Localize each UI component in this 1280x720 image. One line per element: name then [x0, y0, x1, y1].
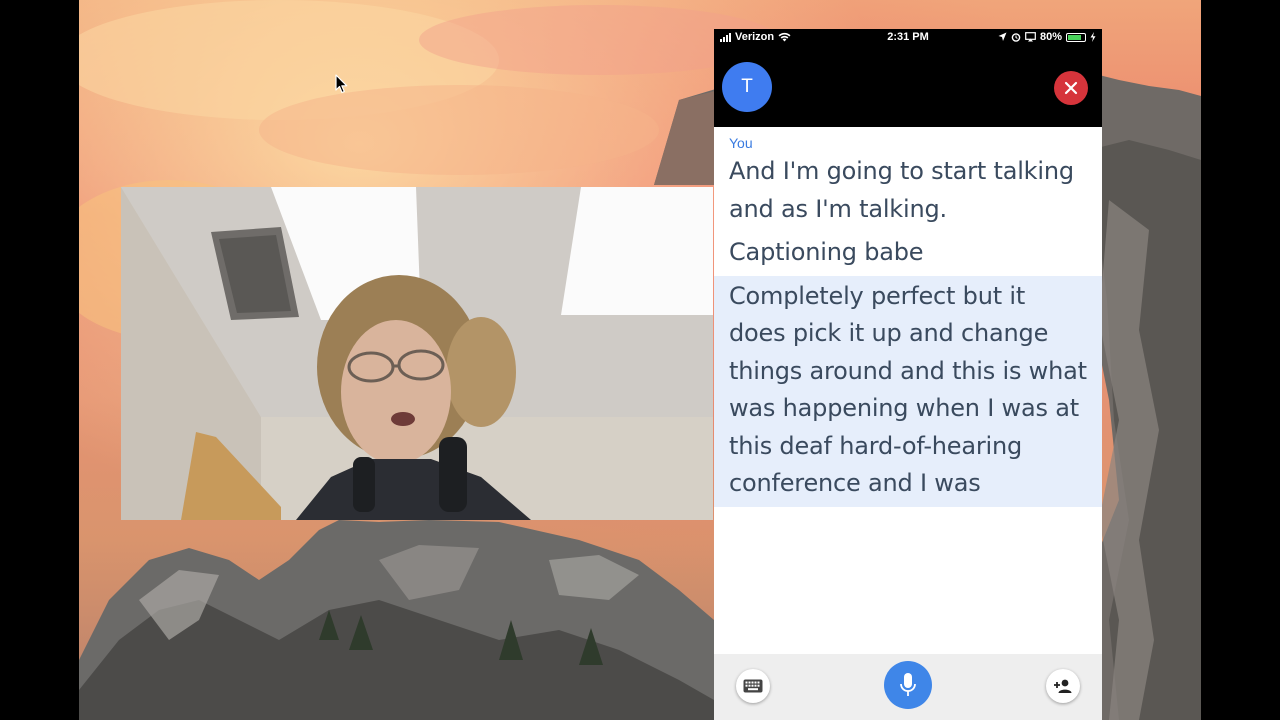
caption-message: And I'm going to start talking and as I'…	[729, 157, 1074, 223]
avatar-initial: T	[741, 76, 753, 97]
close-icon	[1064, 81, 1078, 95]
microphone-icon	[900, 673, 916, 696]
mouse-cursor-icon	[335, 74, 348, 94]
alarm-icon	[1011, 33, 1021, 42]
charging-icon	[1090, 32, 1096, 42]
microphone-button[interactable]	[884, 661, 932, 709]
webcam-scene	[121, 187, 713, 520]
participant-avatar[interactable]: T	[722, 62, 772, 112]
battery-icon	[1066, 32, 1086, 42]
keyboard-icon	[743, 679, 763, 693]
status-bar: Verizon 2:31 PM 80%	[714, 29, 1102, 47]
webcam-video	[121, 187, 713, 520]
status-bar-right: 80%	[998, 31, 1096, 43]
location-icon	[998, 32, 1007, 41]
screen-mirroring-icon	[1025, 32, 1036, 42]
bottom-toolbar	[714, 654, 1102, 720]
keyboard-button[interactable]	[736, 669, 770, 703]
speaker-label: You	[729, 135, 753, 151]
app-header: T	[714, 47, 1102, 127]
close-button[interactable]	[1054, 71, 1088, 105]
battery-percent: 80%	[1039, 31, 1062, 43]
add-person-icon	[1054, 679, 1072, 693]
captioning-app-phone: Verizon 2:31 PM 80% T You And I'm going …	[714, 29, 1102, 720]
caption-message-live: Completely perfect but it does pick it u…	[714, 275, 1102, 507]
screen: Verizon 2:31 PM 80% T You And I'm going …	[0, 0, 1280, 720]
add-person-button[interactable]	[1046, 669, 1080, 703]
caption-message: Captioning babe	[729, 238, 924, 266]
transcript-area[interactable]: You And I'm going to start talking and a…	[714, 127, 1102, 654]
